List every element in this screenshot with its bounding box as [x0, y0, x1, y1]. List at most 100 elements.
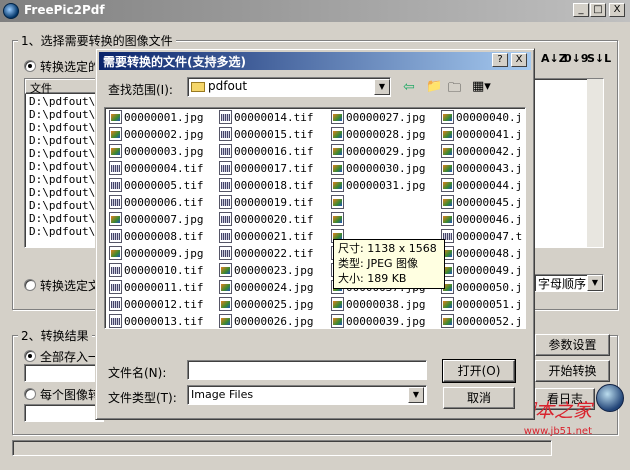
radio-each-image[interactable] — [24, 388, 36, 400]
file-item[interactable]: 00000009.jpg — [109, 246, 203, 263]
dialog-close-button[interactable]: X — [511, 53, 527, 67]
jpeg-file-icon — [331, 297, 344, 311]
help-button[interactable]: ? — [492, 53, 508, 67]
output-folder-input[interactable] — [24, 404, 104, 422]
radio-merge-all[interactable] — [24, 350, 36, 362]
file-item[interactable]: 00000039.jpg — [331, 314, 425, 331]
file-item[interactable]: 00000016.tif — [219, 144, 313, 161]
file-item[interactable]: 00000006.tif — [109, 195, 203, 212]
file-item[interactable] — [331, 195, 346, 212]
settings-button[interactable]: 参数设置 — [535, 334, 610, 356]
dialog-file-list[interactable]: 00000001.jpg 00000002.jpg 00000003.jpg 0000… — [104, 107, 526, 329]
list-item[interactable]: D:\pdfout\0 — [29, 160, 102, 173]
open-button[interactable]: 打开(O) — [442, 359, 516, 383]
file-item[interactable]: 00000031.jpg — [331, 178, 425, 195]
maximize-button[interactable]: □ — [590, 3, 606, 17]
file-item[interactable]: 00000014.tif — [219, 110, 313, 127]
app-icon[interactable] — [3, 3, 19, 19]
file-item[interactable]: 00000044.j — [441, 178, 522, 195]
up-folder-icon[interactable]: 📁 — [426, 79, 444, 97]
file-item[interactable]: 00000002.jpg — [109, 127, 203, 144]
file-item[interactable]: 00000019.tif — [219, 195, 313, 212]
sort-size-icon[interactable]: S↓L — [587, 52, 611, 65]
file-item[interactable]: 00000029.jpg — [331, 144, 425, 161]
sort-az-icon[interactable]: A↓Z — [541, 52, 567, 65]
file-item[interactable]: 00000030.jpg — [331, 161, 425, 178]
file-item[interactable]: 00000010.tif — [109, 263, 203, 280]
file-item[interactable]: 00000001.jpg — [109, 110, 203, 127]
list-item[interactable]: D:\pdfout\0 — [29, 147, 102, 160]
file-item[interactable]: 00000047.t — [441, 229, 522, 246]
open-button-label: 打开(O) — [457, 364, 501, 378]
look-in-combo[interactable]: pdfout — [187, 77, 391, 97]
file-item[interactable]: 00000024.jpg — [219, 280, 313, 297]
file-item[interactable]: 00000048.j — [441, 246, 522, 263]
file-item[interactable]: 00000018.tif — [219, 178, 313, 195]
list-item[interactable]: D:\pdfout\0 — [29, 108, 102, 121]
file-item[interactable]: 00000046.j — [441, 212, 522, 229]
radio-selected-folder[interactable] — [24, 279, 36, 291]
file-item[interactable] — [331, 212, 346, 229]
file-item[interactable]: 00000021.tif — [219, 229, 313, 246]
look-in-dropdown-icon[interactable]: ▼ — [374, 79, 390, 95]
close-button[interactable]: X — [609, 3, 625, 17]
file-item[interactable]: 00000052.j — [441, 314, 522, 331]
file-item[interactable]: 00000005.tif — [109, 178, 203, 195]
new-folder-icon[interactable]: 🗀 — [448, 79, 466, 97]
back-icon[interactable]: ⇦ — [403, 79, 421, 97]
file-item[interactable]: 00000015.tif — [219, 127, 313, 144]
file-name: 00000011.tif — [124, 281, 204, 294]
filename-input[interactable] — [187, 360, 427, 380]
radio-selected-files[interactable] — [24, 60, 36, 72]
radio-selected-folder-label: 转换选定文 — [40, 279, 101, 293]
file-name: 00000042.j — [456, 145, 523, 158]
file-item[interactable]: 00000038.jpg — [331, 297, 425, 314]
list-item[interactable]: D:\pdfout\0 — [29, 121, 102, 134]
file-item[interactable]: 00000007.jpg — [109, 212, 203, 229]
filetype-select[interactable]: Image Files — [187, 385, 427, 405]
file-item[interactable]: 00000028.jpg — [331, 127, 425, 144]
list-header-file[interactable]: 文件 — [25, 79, 105, 95]
file-item[interactable]: 00000041.j — [441, 127, 522, 144]
file-item[interactable]: 00000011.tif — [109, 280, 203, 297]
list-scrollbar[interactable] — [587, 79, 603, 247]
file-item[interactable]: 00000017.tif — [219, 161, 313, 178]
file-item[interactable]: 00000051.j — [441, 297, 522, 314]
file-item[interactable]: 00000023.jpg — [219, 263, 313, 280]
view-menu-icon[interactable]: ▦▾ — [472, 79, 496, 97]
file-item[interactable]: 00000004.tif — [109, 161, 203, 178]
file-item[interactable]: 00000049.j — [441, 263, 522, 280]
list-item[interactable]: D:\pdfout\0 — [29, 173, 102, 186]
file-item[interactable]: 00000008.tif — [109, 229, 203, 246]
filetype-dropdown-icon[interactable]: ▼ — [408, 387, 424, 403]
list-item[interactable]: D:\pdfout\0 — [29, 186, 102, 199]
file-item[interactable]: 00000043.j — [441, 161, 522, 178]
file-item[interactable]: 00000003.jpg — [109, 144, 203, 161]
list-item[interactable]: D:\pdfout\0 — [29, 225, 102, 238]
list-item[interactable]: D:\pdfout\0 — [29, 212, 102, 225]
file-item[interactable]: 00000012.tif — [109, 297, 203, 314]
list-item[interactable]: D:\pdfout\0 — [29, 199, 102, 212]
start-convert-button[interactable]: 开始转换 — [535, 360, 610, 382]
file-item[interactable]: 00000045.j — [441, 195, 522, 212]
file-item[interactable]: 00000025.jpg — [219, 297, 313, 314]
list-item[interactable]: D:\pdfout\0 — [29, 95, 102, 108]
file-item[interactable]: 00000022.tif — [219, 246, 313, 263]
file-name: 00000049.j — [456, 264, 523, 277]
output-file-input[interactable] — [24, 364, 104, 382]
file-item[interactable]: 00000050.j — [441, 280, 522, 297]
file-item[interactable]: 00000026.jpg — [219, 314, 313, 331]
file-item[interactable]: 00000020.tif — [219, 212, 313, 229]
start-convert-label: 开始转换 — [548, 364, 597, 378]
file-item[interactable]: 00000013.tif — [109, 314, 203, 331]
file-item[interactable]: 00000042.j — [441, 144, 522, 161]
sort-order-dropdown-icon[interactable]: ▼ — [587, 275, 603, 291]
sort-09-icon[interactable]: 0↓9 — [564, 52, 589, 65]
file-item[interactable]: 00000040.j — [441, 110, 522, 127]
list-item[interactable]: D:\pdfout\0 — [29, 134, 102, 147]
minimize-button[interactable]: _ — [573, 3, 589, 17]
jpeg-file-icon — [109, 144, 122, 158]
file-item[interactable]: 00000027.jpg — [331, 110, 425, 127]
dialog-cancel-button[interactable]: 取消 — [443, 387, 515, 409]
file-name: 00000051.j — [456, 298, 523, 311]
